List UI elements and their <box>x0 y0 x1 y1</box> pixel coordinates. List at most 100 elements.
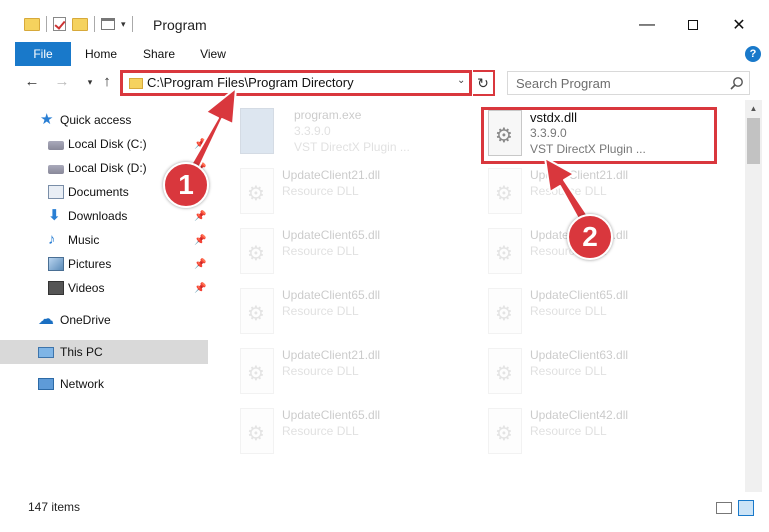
navigation-bar: ← → ▾ ↑ C:\Program Files\Program Directo… <box>0 66 769 100</box>
gear-icon: ⚙ <box>247 183 265 205</box>
pin-icon[interactable]: 📌 <box>194 259 206 270</box>
sidebar-item-downloads[interactable]: ⬇ Downloads 📌 <box>0 204 208 228</box>
address-path[interactable]: C:\Program Files\Program Directory <box>147 75 354 90</box>
scroll-thumb[interactable] <box>747 118 760 164</box>
exe-file-icon <box>236 108 278 156</box>
star-icon: ★ <box>40 111 54 128</box>
gear-icon: ⚙ <box>495 363 513 385</box>
minimize-button[interactable]: — <box>624 10 670 40</box>
file-type: Resource DLL <box>530 184 607 198</box>
toolbar-divider <box>131 16 133 32</box>
up-button[interactable]: ↑ <box>98 73 116 91</box>
help-icon[interactable]: ? <box>745 46 761 62</box>
file-name: UpdateClient42.dll <box>530 408 629 422</box>
file-name: UpdateClient65.dll <box>530 288 629 302</box>
file-item-program-exe[interactable]: program.exe 3.3.9.0 VST DirectX Plugin .… <box>236 108 466 160</box>
sidebar-item-pictures[interactable]: Pictures 📌 <box>0 252 208 276</box>
file-type: Resource DLL <box>282 244 359 258</box>
title-bar: ▾ Program — ✕ <box>0 0 769 42</box>
file-item[interactable]: ⚙ UpdateClient63.dll Resource DLL <box>484 348 714 400</box>
tiles-view-icon[interactable] <box>738 500 754 516</box>
folder-icon[interactable] <box>24 17 40 31</box>
pin-icon[interactable]: 📌 <box>194 235 206 246</box>
file-type: Resource DLL <box>530 364 607 378</box>
file-item[interactable]: ⚙ UpdateClient21.dll Resource DLL <box>484 168 714 220</box>
vertical-scrollbar[interactable]: ▲ <box>745 100 762 492</box>
new-folder-icon[interactable] <box>72 17 88 31</box>
maximize-icon <box>688 20 698 30</box>
file-type: Resource DLL <box>530 304 607 318</box>
file-item[interactable]: ⚙ UpdateClient65.dll Resource DLL <box>236 288 466 340</box>
disk-icon <box>48 165 64 174</box>
file-item[interactable]: ⚙ UpdateClient65.dll Resource DLL <box>236 228 466 280</box>
close-button[interactable]: ✕ <box>716 10 762 40</box>
refresh-button[interactable]: ↻ <box>473 70 495 96</box>
customize-toolbar-icon[interactable] <box>101 18 115 30</box>
sidebar-item-local-disk-c[interactable]: Local Disk (C:) 📌 <box>0 132 208 156</box>
file-name: UpdateClient65.dll <box>282 408 381 422</box>
details-view-icon[interactable] <box>716 502 732 514</box>
pin-icon[interactable]: 📌 <box>194 211 206 222</box>
window-title: Program <box>153 17 207 33</box>
file-version: 3.3.9.0 <box>294 124 331 138</box>
file-name: UpdateClient65.dll <box>282 288 381 302</box>
dll-file-icon: ⚙ <box>484 168 526 216</box>
gear-icon: ⚙ <box>247 303 265 325</box>
window-bottom-edge <box>0 518 769 532</box>
sidebar-item-onedrive[interactable]: ☁ OneDrive <box>0 308 208 332</box>
back-button[interactable]: ← <box>23 73 41 91</box>
documents-icon <box>48 185 64 199</box>
properties-icon[interactable] <box>53 17 66 31</box>
sidebar-item-label: Quick access <box>60 113 132 127</box>
file-item[interactable]: ⚙ UpdateClient65.dll Resource DLL <box>484 288 714 340</box>
tab-home[interactable]: Home <box>84 42 118 66</box>
dll-file-icon: ⚙ <box>484 288 526 336</box>
dll-file-icon: ⚙ <box>484 228 526 276</box>
ribbon-tabs: File Home Share View ⌄ <box>0 42 769 66</box>
dll-file-icon: ⚙ <box>236 228 278 276</box>
search-icon[interactable] <box>730 76 744 90</box>
tab-file[interactable]: File <box>15 42 71 66</box>
file-name: UpdateClient21.dll <box>282 348 381 362</box>
sidebar-item-network[interactable]: Network <box>0 372 208 396</box>
recent-locations-button[interactable]: ▾ <box>81 73 99 91</box>
sidebar-item-label: Network <box>60 377 105 391</box>
sidebar-item-this-pc[interactable]: This PC <box>0 340 208 364</box>
pin-icon[interactable]: 📌 <box>194 283 206 294</box>
sidebar-item-videos[interactable]: Videos 📌 <box>0 276 208 300</box>
address-bar[interactable]: C:\Program Files\Program Directory ⌄ <box>120 70 472 96</box>
maximize-button[interactable] <box>670 10 716 40</box>
close-icon: ✕ <box>732 17 746 34</box>
address-dropdown-icon[interactable]: ⌄ <box>457 75 465 86</box>
dll-file-icon: ⚙ <box>484 408 526 456</box>
sidebar-item-label: Documents <box>68 185 129 199</box>
sidebar-item-label: This PC <box>60 345 103 359</box>
forward-button[interactable]: → <box>53 73 71 91</box>
videos-icon <box>48 281 64 295</box>
file-item[interactable]: ⚙ UpdateClient42.dll Resource DLL <box>484 408 714 460</box>
sidebar-item-label: Pictures <box>68 257 112 271</box>
pictures-icon <box>48 257 64 271</box>
onedrive-icon: ☁ <box>38 311 54 328</box>
quick-access-toolbar: ▾ <box>24 16 133 32</box>
file-item[interactable]: ⚙ UpdateClient65.dll Resource DLL <box>236 408 466 460</box>
pin-icon[interactable]: 📌 <box>194 139 206 150</box>
toolbar-divider <box>46 16 47 32</box>
tab-view[interactable]: View <box>200 42 226 66</box>
search-input[interactable]: Search Program <box>507 71 750 95</box>
file-item[interactable]: ⚙ UpdateClient21.dll Resource DLL <box>236 348 466 400</box>
sidebar-item-label: Local Disk (C:) <box>68 137 147 151</box>
file-type: Resource DLL <box>282 364 359 378</box>
tab-share[interactable]: Share <box>143 42 175 66</box>
network-icon <box>38 378 54 390</box>
file-name: UpdateClient21.dll <box>282 168 381 182</box>
gear-icon: ⚙ <box>247 363 265 385</box>
file-type: Resource DLL <box>530 424 607 438</box>
file-item[interactable]: ⚙ UpdateClient21.dll Resource DLL <box>236 168 466 220</box>
sidebar-item-music[interactable]: ♪ Music 📌 <box>0 228 208 252</box>
dll-file-icon: ⚙ <box>236 288 278 336</box>
sidebar-item-quick-access[interactable]: ★ Quick access <box>0 108 208 132</box>
navigation-pane: ★ Quick access Local Disk (C:) 📌 Local D… <box>0 100 212 492</box>
scroll-up-icon[interactable]: ▲ <box>745 102 762 116</box>
chevron-down-icon[interactable]: ▾ <box>121 19 126 30</box>
